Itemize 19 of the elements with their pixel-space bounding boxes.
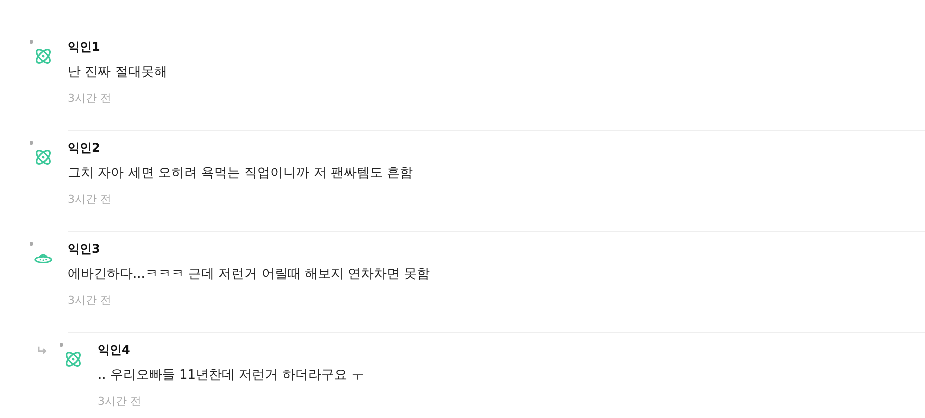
comment-author: 익인3 — [68, 241, 102, 258]
marker-icon — [30, 141, 33, 145]
atom-icon — [64, 350, 83, 369]
marker-icon — [60, 343, 63, 347]
comment-author: 익인2 — [68, 140, 102, 157]
comment-time: 3시간 전 — [98, 394, 142, 409]
atom-icon — [34, 47, 53, 66]
comment-text: .. 우리오빠들 11년찬데 저런거 하더라구요 ㅜ — [98, 367, 366, 385]
comment-author: 익인4 — [98, 342, 132, 359]
comment-author: 익인1 — [68, 39, 102, 56]
atom-icon — [34, 148, 53, 167]
marker-icon — [30, 40, 33, 44]
marker-icon — [30, 242, 33, 246]
comment-text: 난 진짜 절대못해 — [68, 64, 168, 82]
comment-time: 3시간 전 — [68, 91, 112, 106]
comment-time: 3시간 전 — [68, 293, 112, 308]
comment-text: 에바긴하다...ㅋㅋㅋ 근데 저런거 어릴때 해보지 연차차면 못함 — [68, 266, 432, 284]
comment-text: 그치 자아 세면 오히려 욕먹는 직업이니까 저 팬싸템도 흔함 — [68, 165, 414, 183]
comment-time: 3시간 전 — [68, 192, 112, 207]
